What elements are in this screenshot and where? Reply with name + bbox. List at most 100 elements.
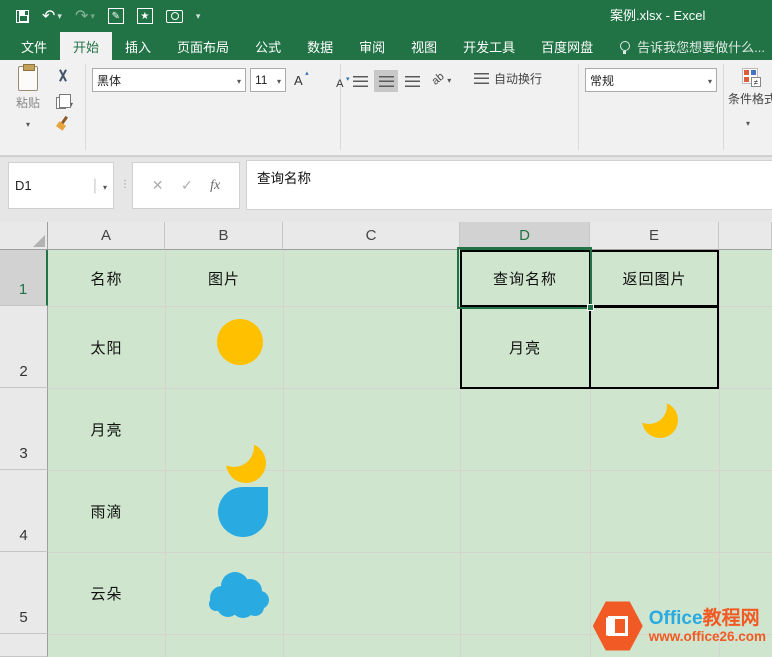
office-logo-icon [593,600,643,652]
cell-a5[interactable]: 云朵 [48,552,165,634]
raindrop-icon[interactable] [218,487,268,537]
column-header-c[interactable]: C [283,222,460,250]
formula-input[interactable]: 查询名称 [246,160,772,210]
paste-label: 粘贴 [16,94,40,111]
select-all-corner[interactable] [0,222,48,250]
undo-button[interactable]: ↶▾ [42,8,62,24]
star-icon[interactable]: ★ [137,8,153,24]
cloud-icon[interactable] [205,568,271,620]
row-header-1[interactable]: 1 [0,250,48,306]
crescent-moon-icon[interactable] [221,439,267,484]
grow-font-icon[interactable]: A [294,73,308,88]
gridline [283,250,284,657]
column-header-e[interactable]: E [590,222,719,250]
cancel-icon[interactable]: ✕ [152,177,164,194]
wrap-text-label: 自动换行 [494,70,542,87]
ribbon: 粘贴 剪贴板 黑体 11 A A B I U ⊞ A wén 文 字体 [0,60,772,156]
top-align-icon [353,76,368,87]
paste-button[interactable]: 粘贴 [6,66,50,132]
row-header-6[interactable] [0,634,48,657]
paste-clipboard-icon [18,66,38,91]
font-size-combo[interactable]: 11 [250,68,286,92]
group-divider [340,64,341,150]
font-name-combo[interactable]: 黑体 [92,68,246,92]
row-header-4[interactable]: 4 [0,470,48,552]
tell-me-box[interactable]: 告诉我您想要做什么... [620,32,765,60]
quick-access-toolbar: ↶▾ ↷▾ ✎ ★ ▾ [16,0,200,32]
redo-dropdown-icon: ▾ [90,11,95,22]
camera-icon[interactable] [166,10,183,23]
number-format-combo[interactable]: 常规 [585,68,717,92]
undo-icon: ↶ [42,8,55,24]
ribbon-tab-bar: 文件 开始 插入 页面布局 公式 数据 审阅 视图 开发工具 百度网盘 告诉我您… [0,32,772,60]
font-name-dropdown-icon [237,73,241,87]
column-header-f[interactable] [719,222,772,250]
tab-review[interactable]: 审阅 [346,32,398,60]
copy-button[interactable] [56,94,73,112]
font-size-value: 11 [255,73,267,87]
cell-b1[interactable]: 图片 [165,250,283,306]
crescent-moon-result-icon[interactable] [638,398,680,442]
tab-home[interactable]: 开始 [60,32,112,60]
name-box[interactable]: D1 | [8,162,114,209]
column-header-b[interactable]: B [165,222,283,250]
qat-customize-icon[interactable]: ▾ [196,11,201,22]
row-header-2[interactable]: 2 [0,306,48,388]
number-format-dropdown-icon [708,73,712,87]
cell-a1[interactable]: 名称 [48,250,165,306]
tab-insert[interactable]: 插入 [112,32,164,60]
lightbulb-icon [620,41,630,51]
redo-icon: ↷ [75,8,88,24]
tell-me-label: 告诉我您想要做什么... [637,37,765,56]
orientation-button[interactable]: ab [432,70,451,88]
row-header-5[interactable]: 5 [0,552,48,634]
paste-dropdown-icon [26,114,30,132]
watermark-url: www.office26.com [649,629,766,644]
font-name-value: 黑体 [97,72,121,89]
name-box-dropdown-icon[interactable] [103,177,107,195]
middle-align-icon [379,76,394,87]
save-icon[interactable] [16,10,29,23]
column-header-d[interactable]: D [460,222,590,250]
formula-bar-strip: D1 | ⋮ ✕ ✓ fx 查询名称 [0,156,772,222]
gridline [165,250,166,657]
tab-baidu-netdisk[interactable]: 百度网盘 [528,32,606,60]
spreadsheet-grid: A B C D E 1 2 3 4 5 名称 图片 返回图片 太阳 月亮 月亮 … [0,222,772,657]
tab-data[interactable]: 数据 [294,32,346,60]
copy-icon [56,97,66,109]
enter-icon[interactable]: ✓ [181,177,193,194]
top-align-button[interactable] [348,70,372,92]
watermark: Office教程网 www.office26.com [593,600,766,652]
fill-handle[interactable] [587,304,594,311]
window-title: 案例.xlsx - Excel [610,0,705,32]
bottom-align-button[interactable] [400,70,424,92]
name-box-value: D1 [15,178,32,193]
tab-file[interactable]: 文件 [8,32,60,60]
sun-icon[interactable] [217,319,263,365]
cell-a2[interactable]: 太阳 [48,306,165,388]
conditional-formatting-label: 条件格式 [728,90,772,107]
tab-page-layout[interactable]: 页面布局 [164,32,242,60]
tab-developer[interactable]: 开发工具 [450,32,528,60]
redo-button[interactable]: ↷▾ [75,8,95,24]
undo-dropdown-icon[interactable]: ▾ [57,11,62,22]
watermark-brand: Office教程网 [649,608,766,629]
formula-bar-splitter[interactable]: ⋮ [120,179,131,190]
shrink-font-icon[interactable]: A [336,78,348,90]
row-header-3[interactable]: 3 [0,388,48,470]
cell-a3[interactable]: 月亮 [48,388,165,470]
middle-align-button[interactable] [374,70,398,92]
group-divider [85,64,86,150]
cell-a4[interactable]: 雨滴 [48,470,165,552]
conditional-formatting-dropdown-icon [746,113,750,131]
tab-view[interactable]: 视图 [398,32,450,60]
column-header-a[interactable]: A [48,222,165,250]
orientation-dropdown-icon [447,70,451,88]
title-bar: ↶▾ ↷▾ ✎ ★ ▾ 案例.xlsx - Excel [0,0,772,32]
insert-function-icon[interactable]: fx [210,178,220,194]
tab-formulas[interactable]: 公式 [242,32,294,60]
cell-d1-selected[interactable]: 查询名称 [460,250,590,306]
conditional-formatting-button[interactable]: ≠ 条件格式 [728,68,772,131]
edit-chart-icon[interactable]: ✎ [108,8,124,24]
wrap-text-button[interactable]: 自动换行 [474,70,542,87]
